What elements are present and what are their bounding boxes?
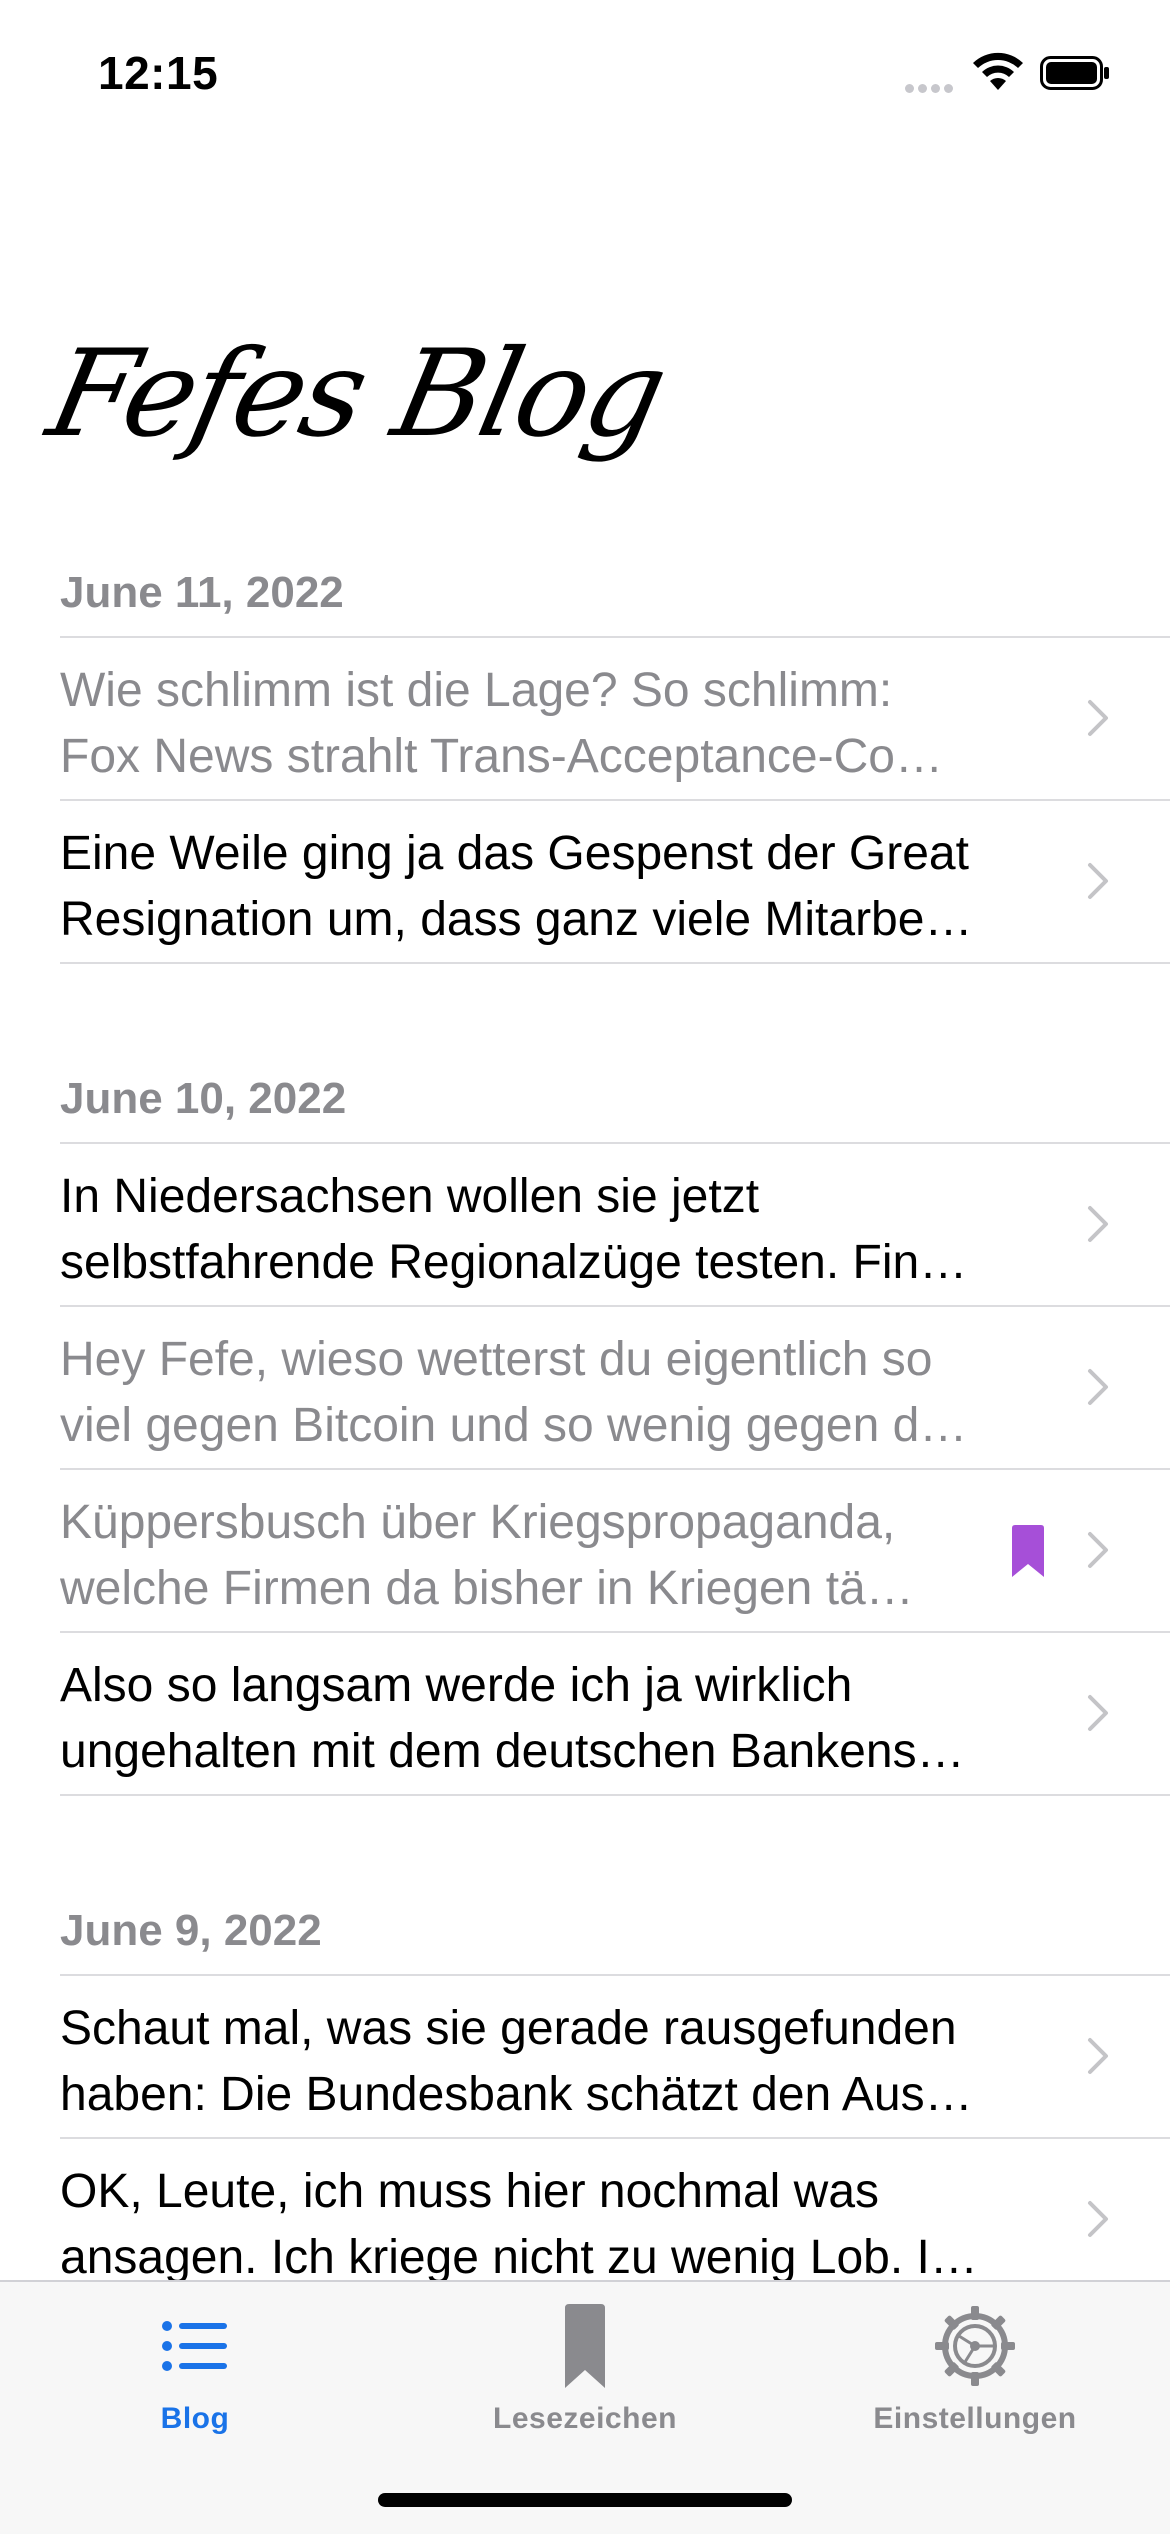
- list-section: June 11, 2022 Wie schlimm ist die Lage? S…: [0, 540, 1170, 964]
- section-header: June 11, 2022: [0, 540, 1170, 636]
- post-preview: Schaut mal, was sie gerade rausgefunden h…: [60, 1996, 1020, 2128]
- list-item[interactable]: Schaut mal, was sie gerade rausgefunden h…: [60, 1974, 1170, 2137]
- post-list: June 11, 2022 Wie schlimm ist die Lage? S…: [0, 540, 1170, 2302]
- tab-blog-label: Blog: [160, 2402, 230, 2435]
- post-preview-line: viel gegen Bitcoin und so wenig gegen d…: [60, 1399, 968, 1452]
- bookmark-icon: [1012, 1525, 1044, 1577]
- post-preview-line: Wie schlimm ist die Lage? So schlimm:: [60, 664, 893, 717]
- gear-icon: [935, 2306, 1015, 2386]
- battery-icon: [1040, 56, 1109, 90]
- home-indicator: [378, 2493, 792, 2507]
- list-section: June 9, 2022 Schaut mal, was sie gerade r…: [0, 1878, 1170, 2302]
- page-title-text: Fefes Blog: [37, 325, 676, 464]
- post-preview: Also so langsam werde ich ja wirklich ung…: [60, 1653, 1020, 1785]
- list-item[interactable]: Also so langsam werde ich ja wirklich ung…: [60, 1631, 1170, 1796]
- post-preview: In Niedersachsen wollen sie jetzt selbstf…: [60, 1164, 1020, 1296]
- list-icon: [162, 2321, 227, 2371]
- bookmark-icon: [565, 2304, 605, 2388]
- post-preview-line: Schaut mal, was sie gerade rausgefunden: [60, 2002, 957, 2055]
- list-item[interactable]: Hey Fefe, wieso wetterst du eigentlich s…: [60, 1305, 1170, 1468]
- chevron-right-icon: [1088, 1369, 1108, 1405]
- section-rows: Wie schlimm ist die Lage? So schlimm: Fox…: [0, 636, 1170, 964]
- tab-lesezeichen[interactable]: Lesezeichen: [390, 2300, 780, 2436]
- chevron-right-icon: [1088, 1206, 1108, 1242]
- chevron-right-icon: [1088, 1532, 1108, 1568]
- post-preview-line: Eine Weile ging ja das Gespenst der Grea…: [60, 827, 969, 880]
- section-date: June 11, 2022: [60, 568, 344, 617]
- post-preview-line: welche Firmen da bisher in Kriegen tä…: [60, 1562, 914, 1615]
- tab-einstellungen-label: Einstellungen: [873, 2402, 1077, 2435]
- post-preview-line: haben: Die Bundesbank schätzt den Aus…: [60, 2068, 973, 2121]
- section-rows: In Niedersachsen wollen sie jetzt selbstf…: [0, 1142, 1170, 1796]
- chevron-right-icon: [1088, 2201, 1108, 2237]
- list-item[interactable]: OK, Leute, ich muss hier nochmal was ansa…: [60, 2137, 1170, 2302]
- list-item[interactable]: Eine Weile ging ja das Gespenst der Grea…: [60, 799, 1170, 964]
- list-item[interactable]: In Niedersachsen wollen sie jetzt selbstf…: [60, 1142, 1170, 1305]
- tab-lesezeichen-label: Lesezeichen: [493, 2402, 677, 2435]
- post-preview-line: OK, Leute, ich muss hier nochmal was: [60, 2165, 880, 2218]
- list-section: June 10, 2022 In Niedersachsen wollen sie…: [0, 1046, 1170, 1796]
- page-title: Fefes Blog: [37, 320, 675, 480]
- post-preview: Küppersbusch über Kriegspropaganda, welch…: [60, 1490, 1020, 1622]
- post-preview: Hey Fefe, wieso wetterst du eigentlich s…: [60, 1327, 1020, 1459]
- post-preview-line: ungehalten mit dem deutschen Bankens…: [60, 1725, 965, 1778]
- list-item[interactable]: Wie schlimm ist die Lage? So schlimm: Fox…: [60, 636, 1170, 799]
- chevron-right-icon: [1088, 700, 1108, 736]
- tab-blog[interactable]: Blog: [0, 2300, 390, 2436]
- post-preview-line: Hey Fefe, wieso wetterst du eigentlich s…: [60, 1333, 933, 1386]
- post-preview-line: Fox News strahlt Trans-Acceptance-Co…: [60, 730, 943, 783]
- section-date: June 9, 2022: [60, 1906, 322, 1955]
- post-preview-line: Küppersbusch über Kriegspropaganda,: [60, 1496, 896, 1549]
- chevron-right-icon: [1088, 863, 1108, 899]
- status-time: 12:15: [98, 47, 219, 99]
- post-preview-line: Resignation um, dass ganz viele Mitarbe…: [60, 893, 973, 946]
- post-preview: Eine Weile ging ja das Gespenst der Grea…: [60, 821, 1020, 953]
- section-header: June 9, 2022: [0, 1878, 1170, 1974]
- post-preview: OK, Leute, ich muss hier nochmal was ansa…: [60, 2159, 1020, 2291]
- status-bar: 12:15: [0, 0, 1170, 150]
- section-date: June 10, 2022: [60, 1074, 347, 1123]
- tab-einstellungen[interactable]: Einstellungen: [780, 2300, 1170, 2436]
- chevron-right-icon: [1088, 2038, 1108, 2074]
- list-item[interactable]: Küppersbusch über Kriegspropaganda, welch…: [60, 1468, 1170, 1631]
- wifi-icon: [973, 52, 1023, 90]
- section-header: June 10, 2022: [0, 1046, 1170, 1142]
- cellular-signal-icon: [905, 80, 957, 98]
- section-rows: Schaut mal, was sie gerade rausgefunden h…: [0, 1974, 1170, 2302]
- post-preview-line: Also so langsam werde ich ja wirklich: [60, 1659, 853, 1712]
- post-preview-line: In Niedersachsen wollen sie jetzt: [60, 1170, 760, 1223]
- post-preview-line: selbstfahrende Regionalzüge testen. Fin…: [60, 1236, 968, 1289]
- post-preview: Wie schlimm ist die Lage? So schlimm: Fox…: [60, 658, 1020, 790]
- chevron-right-icon: [1088, 1695, 1108, 1731]
